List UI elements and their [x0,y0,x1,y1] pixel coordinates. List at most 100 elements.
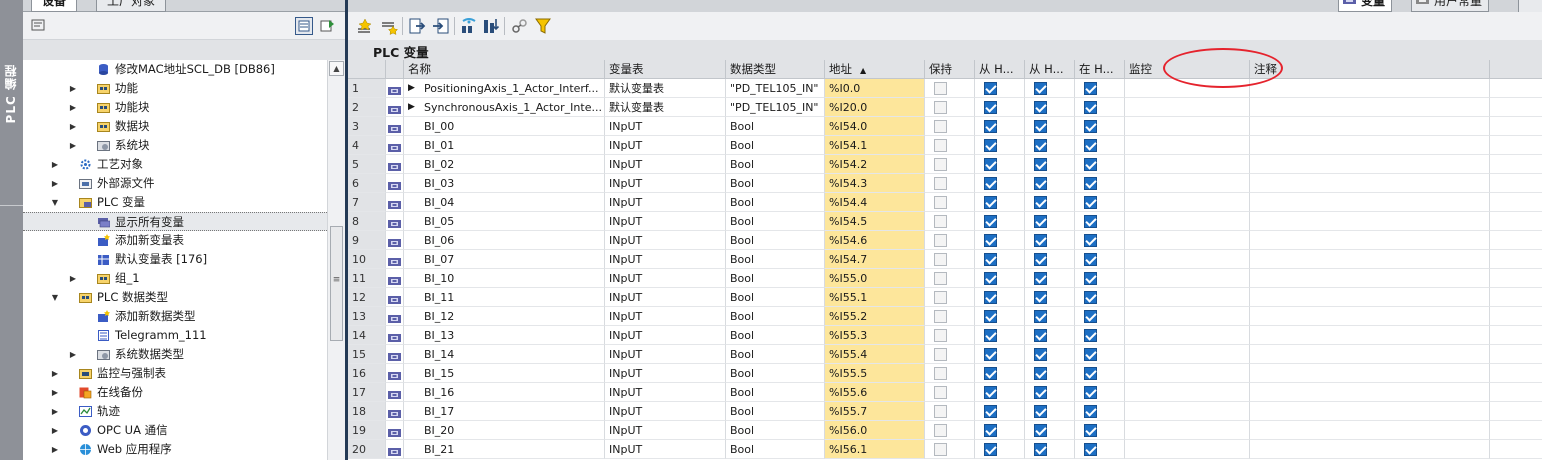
data-type-cell[interactable]: Bool [726,193,825,212]
tag-table-cell[interactable]: INpUT [605,402,726,421]
address-cell[interactable]: %I54.1 [825,136,925,155]
in-hmi-checkbox[interactable] [1084,386,1097,399]
retain-checkbox[interactable] [934,329,947,342]
comment-cell[interactable] [1250,155,1490,174]
table-row[interactable]: 16 BI_15 INpUT Bool %I55.5 [348,364,1542,383]
tab-tags[interactable]: 变量 [1338,0,1393,12]
in-hmi-checkbox[interactable] [1084,120,1097,133]
in-hmi-checkbox[interactable] [1084,424,1097,437]
address-cell[interactable]: %I54.0 [825,117,925,136]
expand-arrow-icon[interactable]: ▶ [68,136,78,155]
tag-name-cell[interactable]: BI_12 [404,307,605,326]
in-hmi-checkbox[interactable] [1084,310,1097,323]
table-row[interactable]: 13 BI_12 INpUT Bool %I55.2 [348,307,1542,326]
in-hmi-checkbox[interactable] [1084,215,1097,228]
add-row-icon[interactable] [380,17,398,35]
row-number[interactable]: 4 [348,136,386,155]
tree-item[interactable]: ▶ 数据块 [23,117,327,136]
address-cell[interactable]: %I56.0 [825,421,925,440]
insert-row-icon[interactable] [356,17,374,35]
tree-item[interactable]: ▶ 外部源文件 [23,174,327,193]
in-hmi-checkbox[interactable] [1084,367,1097,380]
tree-item[interactable]: ▼ PLC 变量 [23,193,327,212]
row-number[interactable]: 1 [348,79,386,98]
from-hmi-2-checkbox[interactable] [1034,234,1047,247]
data-type-cell[interactable]: Bool [726,364,825,383]
tab-devices[interactable]: 设备 [31,0,78,12]
tag-table-cell[interactable]: INpUT [605,174,726,193]
tag-name-cell[interactable]: BI_00 [404,117,605,136]
retain-checkbox[interactable] [934,158,947,171]
expand-arrow-icon[interactable]: ▶ [408,98,415,116]
row-number[interactable]: 8 [348,212,386,231]
in-hmi-checkbox[interactable] [1084,253,1097,266]
tag-name-cell[interactable]: BI_07 [404,250,605,269]
data-type-cell[interactable]: Bool [726,383,825,402]
tag-name-cell[interactable]: ▶ SynchronousAxis_1_Actor_Inte... [404,98,605,117]
row-number[interactable]: 13 [348,307,386,326]
overview-icon[interactable] [319,17,337,35]
table-row[interactable]: 20 BI_21 INpUT Bool %I56.1 [348,440,1542,459]
tag-table-cell[interactable]: INpUT [605,193,726,212]
row-number[interactable]: 3 [348,117,386,136]
from-hmi-1-checkbox[interactable] [984,158,997,171]
table-row[interactable]: 4 BI_01 INpUT Bool %I54.1 [348,136,1542,155]
row-number[interactable]: 16 [348,364,386,383]
retain-checkbox[interactable] [934,177,947,190]
row-number[interactable]: 9 [348,231,386,250]
expand-arrow-icon[interactable]: ▶ [68,269,78,288]
tree-item[interactable]: ▶ 系统块 [23,136,327,155]
address-cell[interactable]: %I55.7 [825,402,925,421]
row-number[interactable]: 2 [348,98,386,117]
retain-checkbox[interactable] [934,196,947,209]
from-hmi-1-checkbox[interactable] [984,348,997,361]
table-row[interactable]: 5 BI_02 INpUT Bool %I54.2 [348,155,1542,174]
address-cell[interactable]: %I20.0 [825,98,925,117]
from-hmi-2-checkbox[interactable] [1034,348,1047,361]
data-type-cell[interactable]: Bool [726,136,825,155]
data-type-cell[interactable]: Bool [726,326,825,345]
data-type-cell[interactable]: Bool [726,212,825,231]
expand-arrow-icon[interactable]: ▶ [50,364,60,383]
address-cell[interactable]: %I55.6 [825,383,925,402]
comment-cell[interactable] [1250,326,1490,345]
comment-cell[interactable] [1250,307,1490,326]
comment-cell[interactable] [1250,288,1490,307]
address-cell[interactable]: %I55.3 [825,326,925,345]
from-hmi-2-checkbox[interactable] [1034,329,1047,342]
table-row[interactable]: 1 ▶ PositioningAxis_1_Actor_Interf... 默认变量表… [348,79,1542,98]
in-hmi-checkbox[interactable] [1084,329,1097,342]
tag-name-cell[interactable]: BI_17 [404,402,605,421]
details-view-icon[interactable] [295,17,313,35]
tag-name-cell[interactable]: BI_03 [404,174,605,193]
in-hmi-checkbox[interactable] [1084,177,1097,190]
data-type-cell[interactable]: Bool [726,155,825,174]
tag-table-cell[interactable]: 默认变量表 [605,79,726,98]
tab-user-constants[interactable]: 用户常量 [1411,0,1490,12]
address-cell[interactable]: %I54.5 [825,212,925,231]
tag-name-cell[interactable]: BI_21 [404,440,605,459]
tag-name-cell[interactable]: BI_01 [404,136,605,155]
tree-item[interactable]: 添加新变量表 [23,231,327,250]
header-data-type[interactable]: 数据类型 [726,60,825,79]
address-cell[interactable]: %I55.4 [825,345,925,364]
tag-name-cell[interactable]: BI_20 [404,421,605,440]
tree-item[interactable]: ▶ OPC UA 通信 [23,421,327,440]
data-type-cell[interactable]: Bool [726,421,825,440]
from-hmi-1-checkbox[interactable] [984,386,997,399]
tree-item[interactable]: ▶ Web 应用程序 [23,440,327,459]
tag-table-cell[interactable]: INpUT [605,136,726,155]
address-cell[interactable]: %I55.0 [825,269,925,288]
tab-tech-objects[interactable]: 工厂对象 [96,0,167,12]
comment-cell[interactable] [1250,79,1490,98]
table-row[interactable]: 8 BI_05 INpUT Bool %I54.5 [348,212,1542,231]
data-type-cell[interactable]: "PD_TEL105_IN" [726,98,825,117]
expand-arrow-icon[interactable]: ▶ [50,440,60,459]
tag-table-cell[interactable]: INpUT [605,231,726,250]
table-row[interactable]: 9 BI_06 INpUT Bool %I54.6 [348,231,1542,250]
retain-checkbox[interactable] [934,272,947,285]
toggle-columns-icon[interactable] [482,17,500,35]
comment-cell[interactable] [1250,98,1490,117]
address-cell[interactable]: %I54.2 [825,155,925,174]
from-hmi-1-checkbox[interactable] [984,405,997,418]
